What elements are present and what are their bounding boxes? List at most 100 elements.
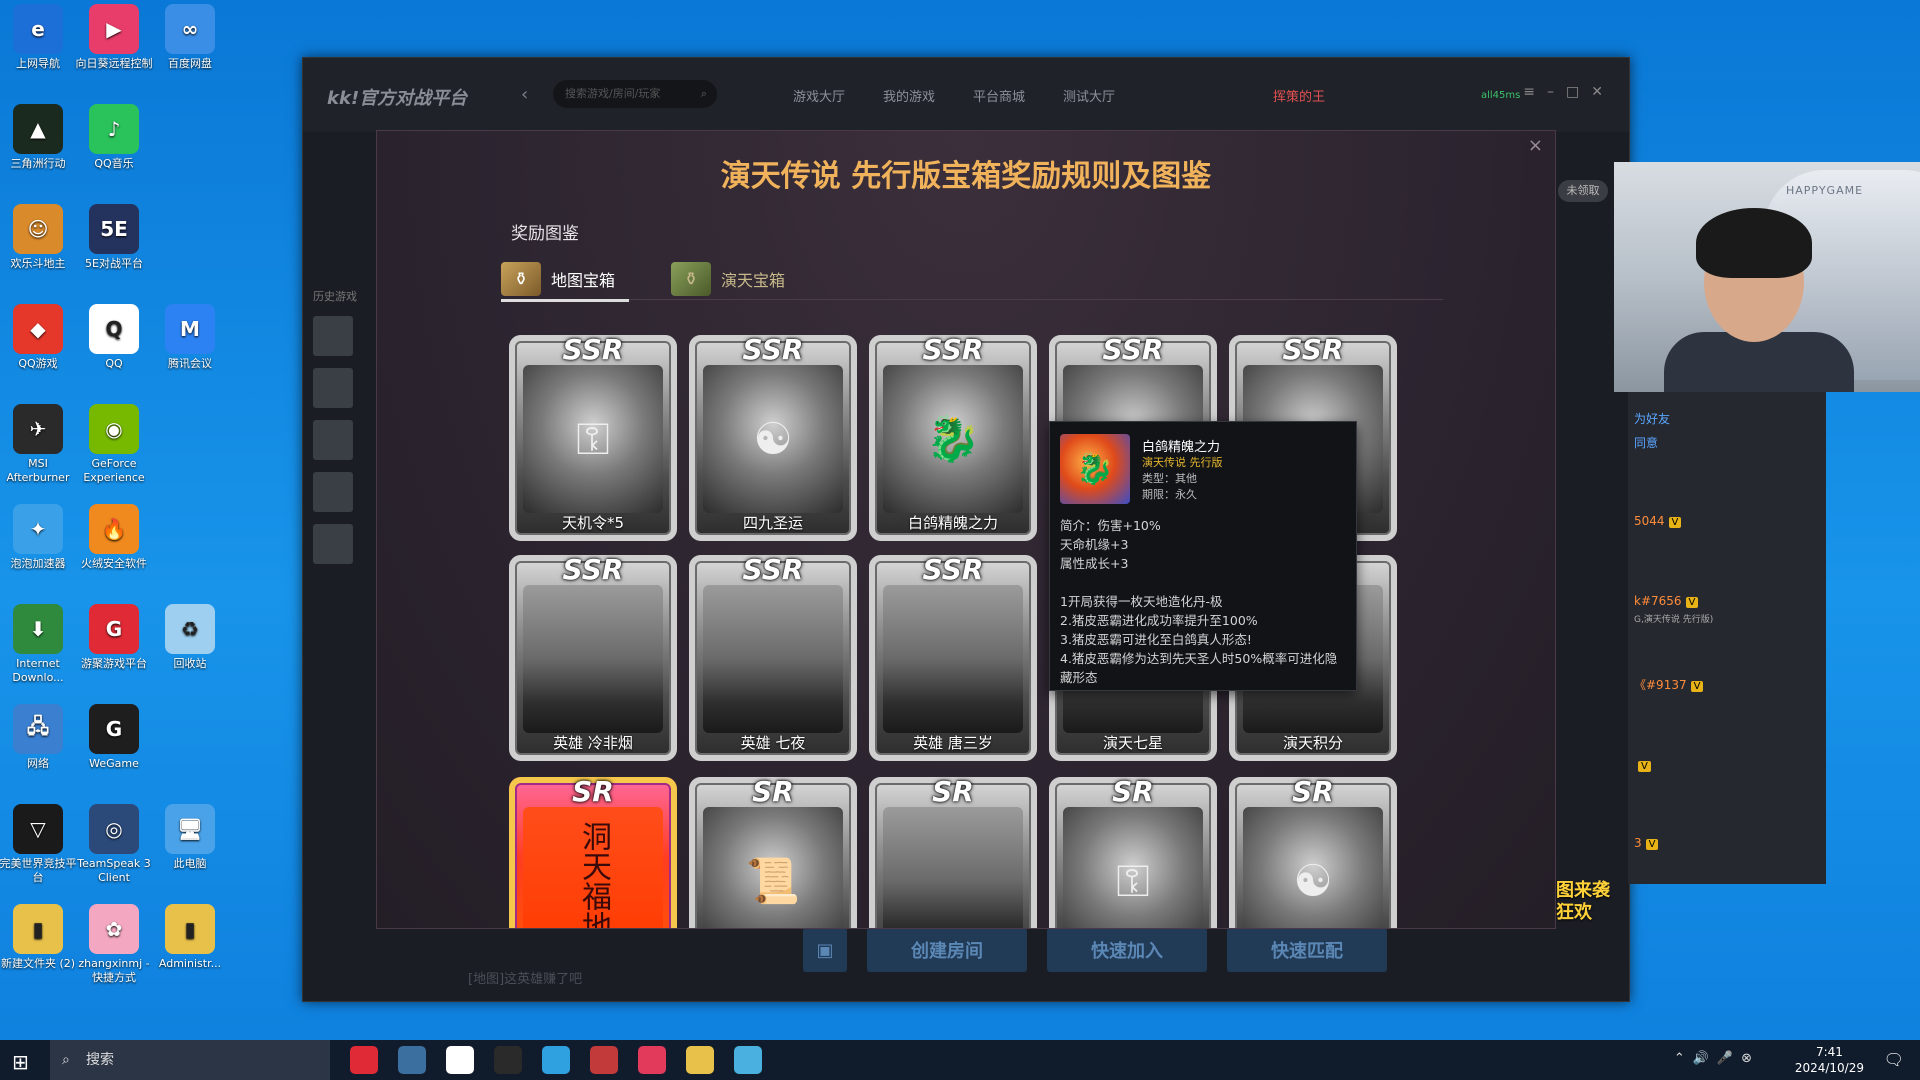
taskbar-app-icon[interactable] <box>590 1046 618 1074</box>
reward-card[interactable]: ⚿ SSR 天机令*5 <box>509 335 677 541</box>
user-name[interactable]: 挥策的王 <box>1273 86 1325 105</box>
card-artwork: 🐉 <box>883 365 1023 513</box>
tooltip-line: 简介：伤害+10% <box>1060 518 1161 533</box>
nav-test-lobby[interactable]: 测试大厅 <box>1063 86 1115 105</box>
bag-icon[interactable]: ▣ <box>803 928 847 972</box>
desktop-icon[interactable]: G 游聚游戏平台 <box>74 604 154 671</box>
desktop-icon[interactable]: G WeGame <box>74 704 154 771</box>
search-input[interactable]: 搜索游戏/房间/玩家 ⌕ <box>553 80 717 108</box>
bottom-hint: [地图]这英雄赚了吧 <box>468 972 583 987</box>
desktop-icon[interactable]: ∞ 百度网盘 <box>150 4 230 71</box>
reward-card[interactable]: SSR 英雄 七夜 <box>689 555 857 761</box>
desktop-icon-label: TeamSpeak 3 Client <box>77 857 151 884</box>
desktop-icon[interactable]: ♪ QQ音乐 <box>74 104 154 171</box>
desktop-icon-label: Administr... <box>158 957 222 970</box>
desktop-icon[interactable]: ◎ TeamSpeak 3 Client <box>74 804 154 885</box>
taskbar-app-icon[interactable] <box>734 1046 762 1074</box>
app-icon: 🔥 <box>89 504 139 554</box>
tab-map-chest[interactable]: ⚱ 地图宝箱 <box>501 259 629 302</box>
desktop-icon[interactable]: ✈ MSI Afterburner <box>0 404 78 485</box>
desktop-icon[interactable]: ▶ 向日葵远程控制 <box>74 4 154 71</box>
reward-card[interactable]: 洞天福地 SR <box>509 777 677 928</box>
desktop-icon[interactable]: ◉ GeForce Experience <box>74 404 154 485</box>
desktop-icon-label: MSI Afterburner <box>6 457 70 484</box>
quick-join-button[interactable]: 快速加入 <box>1047 928 1207 972</box>
desktop-icon[interactable]: ◆ QQ游戏 <box>0 304 78 371</box>
history-game-thumb[interactable] <box>313 420 353 460</box>
reward-card[interactable]: 🐉 SSR 白鸽精魄之力 <box>869 335 1037 541</box>
vip-badge: V <box>1645 839 1659 850</box>
history-game-thumb[interactable] <box>313 368 353 408</box>
close-icon[interactable]: × <box>1528 135 1543 156</box>
modal-title: 演天传说 先行版宝箱奖励规则及图鉴 <box>720 159 1212 194</box>
reward-card[interactable]: ⚿ SR <box>1049 777 1217 928</box>
taskbar-search[interactable]: ⌕ 搜索 <box>50 1040 330 1080</box>
desktop-icon[interactable]: M 腾讯会议 <box>150 304 230 371</box>
taskbar-app-icon[interactable] <box>638 1046 666 1074</box>
desktop-icon[interactable]: ✿ zhangxinmj - 快捷方式 <box>74 904 154 985</box>
taskbar-app-icon[interactable] <box>494 1046 522 1074</box>
taskbar-search-label: 搜索 <box>86 1052 114 1068</box>
clock[interactable]: 7:41 2024/10/29 <box>1795 1044 1864 1076</box>
history-game-thumb[interactable] <box>313 316 353 356</box>
claim-badge[interactable]: 未领取 <box>1558 180 1608 202</box>
rarity-label: SR <box>932 777 974 808</box>
app-icon: G <box>89 604 139 654</box>
desktop-icon[interactable]: 5E 5E对战平台 <box>74 204 154 271</box>
quick-match-button[interactable]: 快速匹配 <box>1227 928 1387 972</box>
app-icon: ✿ <box>89 904 139 954</box>
create-room-button[interactable]: 创建房间 <box>867 928 1027 972</box>
reward-card[interactable]: SSR 英雄 唐三岁 <box>869 555 1037 761</box>
person-hair <box>1696 208 1812 278</box>
history-game-thumb[interactable] <box>313 472 353 512</box>
agree-link[interactable]: 同意 <box>1634 434 1658 451</box>
desktop-icon[interactable]: ▽ 完美世界竞技平台 <box>0 804 78 885</box>
app-icon: ◉ <box>89 404 139 454</box>
tab-yantian-chest[interactable]: ⚱ 演天宝箱 <box>671 259 801 299</box>
desktop-icon[interactable]: 🖥 此电脑 <box>150 804 230 871</box>
back-arrow-icon[interactable]: ‹ <box>521 84 543 106</box>
desktop-icon[interactable]: e 上网导航 <box>0 4 78 71</box>
desktop-icon[interactable]: ✦ 泡泡加速器 <box>0 504 78 571</box>
nav-my-games[interactable]: 我的游戏 <box>883 86 935 105</box>
taskbar-app-icon[interactable] <box>446 1046 474 1074</box>
desktop-icon[interactable]: 🔥 火绒安全软件 <box>74 504 154 571</box>
nav-platform-store[interactable]: 平台商城 <box>973 86 1025 105</box>
desktop-icon[interactable]: ▮ Administr... <box>150 904 230 971</box>
app-icon: ✈ <box>13 404 63 454</box>
desktop-icon-label: zhangxinmj - 快捷方式 <box>78 957 150 984</box>
taskbar-app-icon[interactable] <box>686 1046 714 1074</box>
desktop-icon[interactable]: ⬇ Internet Downlo... <box>0 604 78 685</box>
card-artwork <box>883 585 1023 733</box>
desktop-icon[interactable]: ▲ 三角洲行动 <box>0 104 78 171</box>
desktop-icon[interactable]: 🖧 网络 <box>0 704 78 771</box>
desktop-icon[interactable]: ♻ 回收站 <box>150 604 230 671</box>
taskbar-app-icon[interactable] <box>350 1046 378 1074</box>
taskbar-app-icon[interactable] <box>542 1046 570 1074</box>
desktop-icon[interactable]: ▮ 新建文件夹 (2) <box>0 904 78 971</box>
desktop-icon-label: QQ <box>105 357 123 370</box>
reward-card[interactable]: SR <box>869 777 1037 928</box>
reward-card[interactable]: ☯ SSR 四九圣运 <box>689 335 857 541</box>
desktop-icon[interactable]: Q QQ <box>74 304 154 371</box>
search-icon[interactable]: ⌕ <box>701 80 707 108</box>
chat-entry: V <box>1634 758 1651 772</box>
desktop-icon-label: Internet Downlo... <box>12 657 64 684</box>
nav-game-lobby[interactable]: 游戏大厅 <box>793 86 845 105</box>
desktop-icon[interactable]: ☺ 欢乐斗地主 <box>0 204 78 271</box>
clock-date: 2024/10/29 <box>1794 1061 1864 1075</box>
history-game-thumb[interactable] <box>313 524 353 564</box>
vip-badge: V <box>1668 517 1682 528</box>
rarity-label: SSR <box>922 335 984 366</box>
history-games: 历史游戏 <box>313 288 363 576</box>
system-tray[interactable]: ⌃🔊🎤⊗ <box>1674 1051 1760 1066</box>
windows-start-icon[interactable]: ⊞ <box>12 1050 29 1074</box>
reward-card[interactable]: 📜 SR <box>689 777 857 928</box>
taskbar-app-icon[interactable] <box>398 1046 426 1074</box>
rarity-label: SR <box>572 777 614 808</box>
promo-banner[interactable]: 图来袭 狂欢 <box>1556 880 1616 924</box>
notification-icon[interactable]: 🗨 <box>1884 1050 1904 1069</box>
reward-card[interactable]: SSR 英雄 冷非烟 <box>509 555 677 761</box>
window-controls[interactable]: ≡–□✕ <box>1523 84 1615 100</box>
reward-card[interactable]: ☯ SR <box>1229 777 1397 928</box>
